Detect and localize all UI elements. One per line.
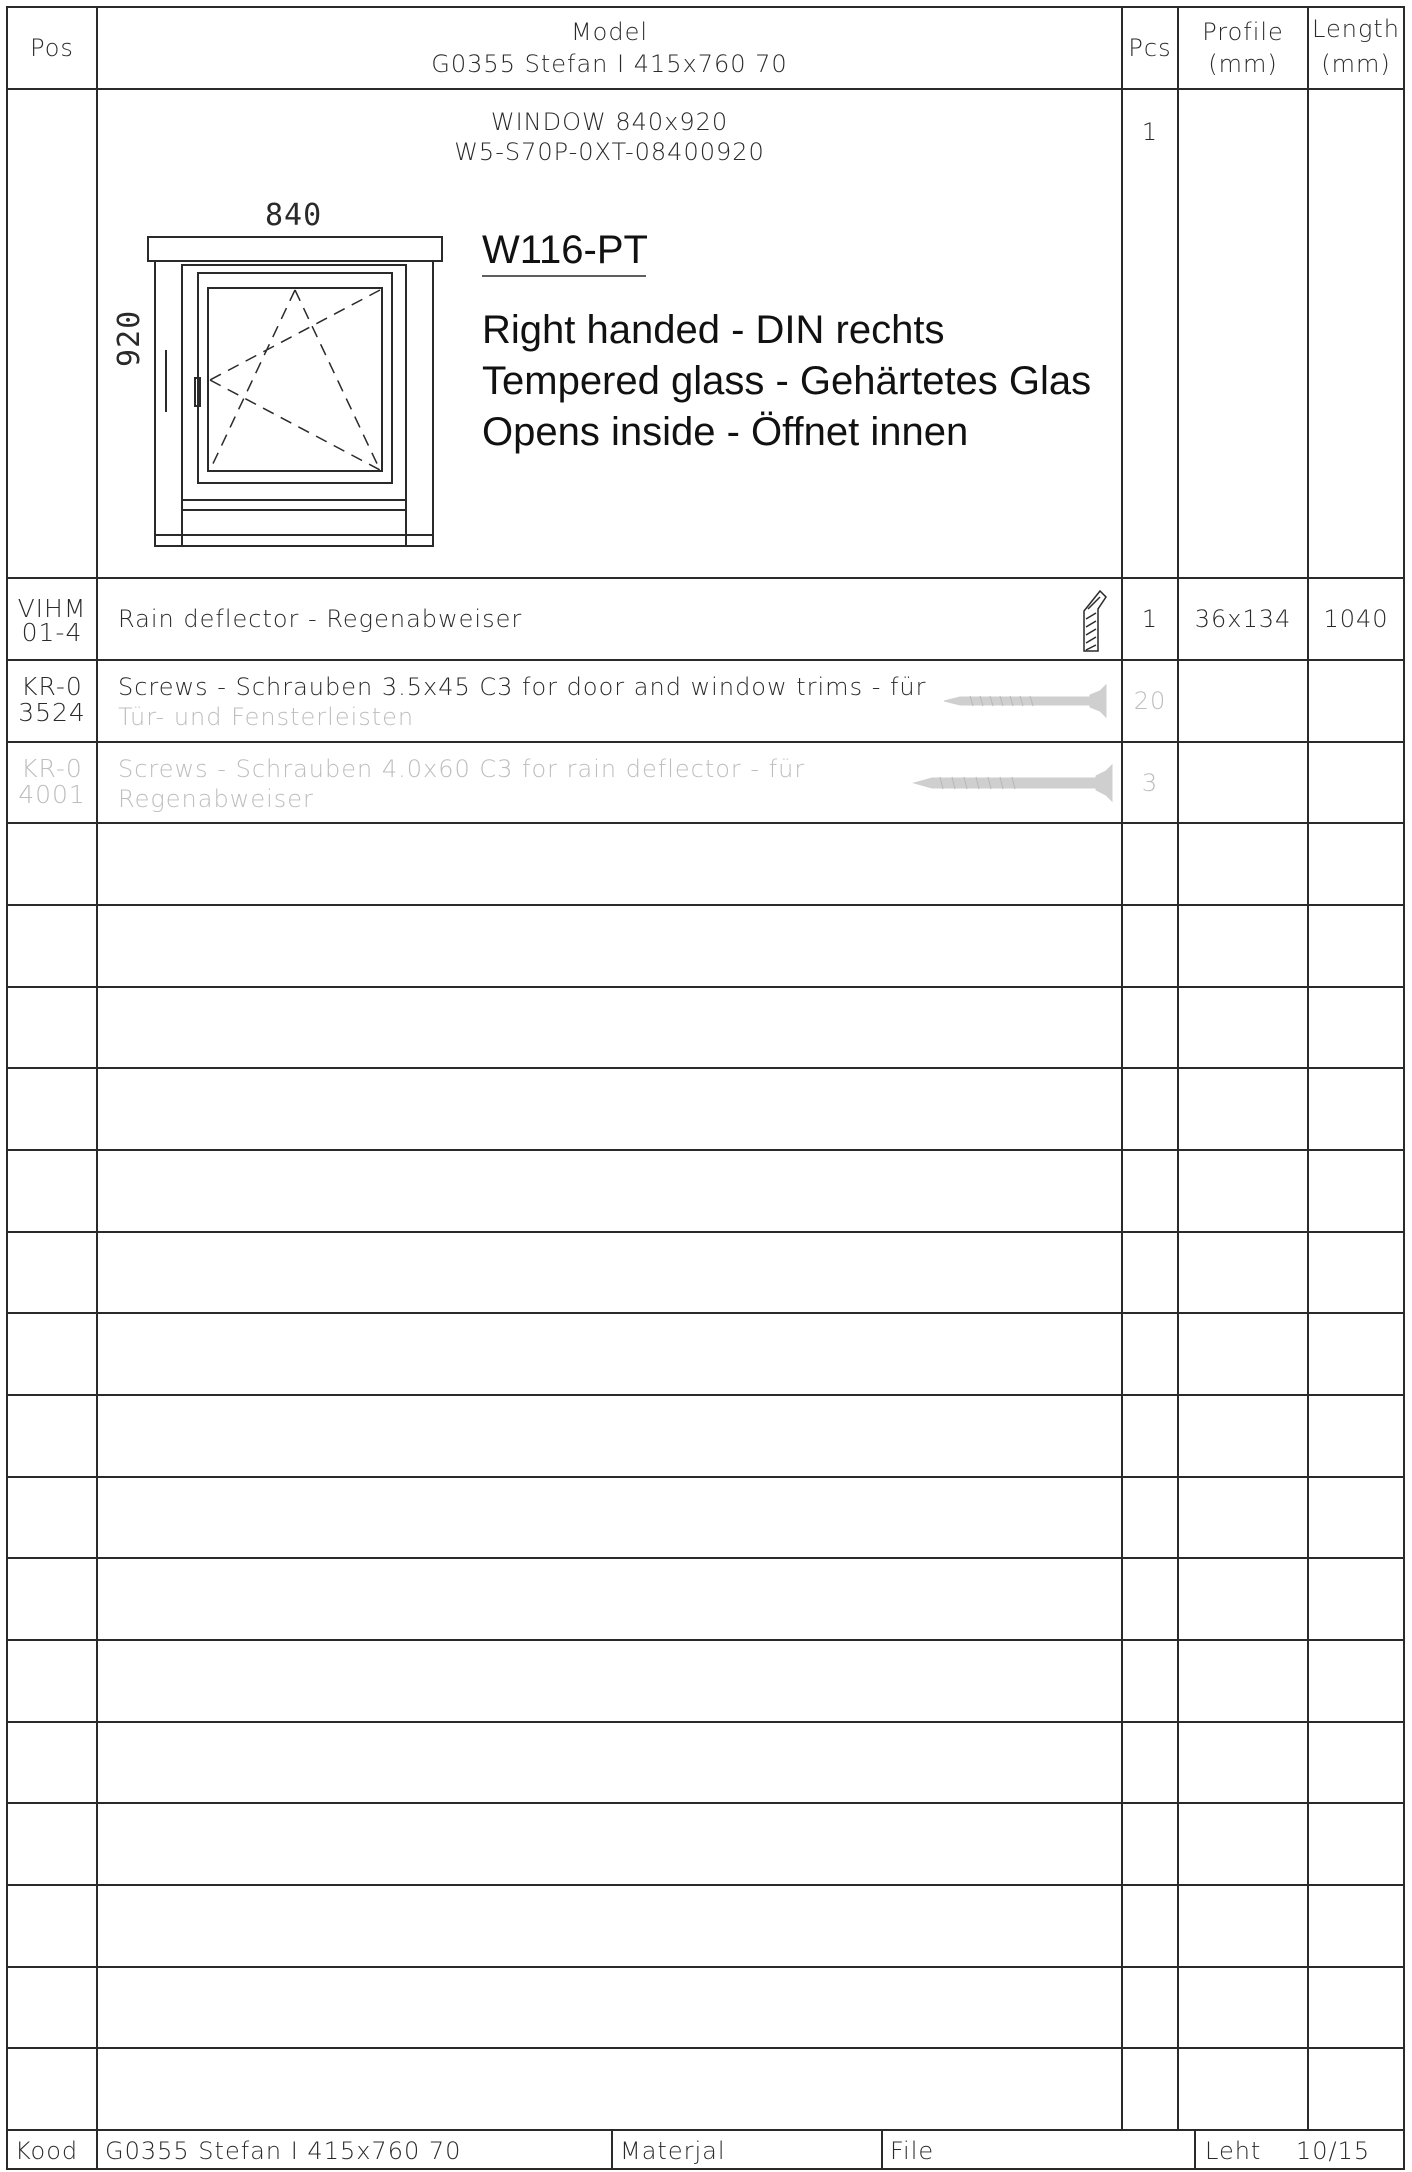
footer-leht-label: Leht [1205, 2137, 1262, 2165]
footer-file-label: File [890, 2137, 935, 2165]
table-row-3-pos-line2: 4001 [18, 780, 86, 809]
drawing-height-label: 920 [112, 309, 147, 367]
drawing-width-label: 840 [265, 198, 323, 233]
footer-kood-value: G0355 Stefan I 415x760 70 [105, 2137, 462, 2165]
screw-icon [912, 763, 1113, 803]
table-row-1-pcs: 1 [1141, 605, 1159, 633]
table-row-3-description: Screws - Schrauben 4.0x60 C3 for rain de… [118, 755, 806, 783]
table-row-2-pos-line1: KR-0 [21, 672, 83, 701]
footer-leht-value: 10/15 [1296, 2137, 1371, 2165]
table-row-2-description-line2: Tür- und Fensterleisten [118, 703, 415, 731]
screw-icon [943, 683, 1107, 719]
table-row-2-description: Screws - Schrauben 3.5x45 C3 for door an… [118, 673, 927, 701]
footer-materjal-label: Materjal [620, 2137, 726, 2165]
footer-kood-label: Kood [15, 2137, 79, 2165]
table-row-2-pos-line2: 3524 [18, 698, 86, 727]
table-row-3-description-line2: Regenabweiser [118, 785, 314, 813]
window-note-glass: Tempered glass - Gehärtetes Glas [482, 359, 1092, 403]
window-note-opening: Opens inside - Öffnet innen [482, 410, 969, 454]
window-type-code: W116-PT [482, 228, 648, 272]
table-row-3-pos-line1: KR-0 [21, 754, 83, 783]
table-row-1-description: Rain deflector - Regenabweiser [118, 605, 523, 633]
table-row-3-pcs: 3 [1141, 769, 1159, 797]
table-row-1-pos-line2: 01-4 [21, 618, 83, 647]
table-row-1-length: 1040 [1323, 605, 1389, 633]
table-row-2-pcs: 20 [1133, 687, 1167, 715]
window-note-handing: Right handed - DIN rechts [482, 308, 945, 352]
spec-sheet: Pos Model G0355 Stefan I 415x760 70 Pcs … [0, 0, 1412, 2172]
profile-section-icon [1083, 589, 1107, 652]
table-row-1-profile: 36x134 [1194, 605, 1292, 633]
